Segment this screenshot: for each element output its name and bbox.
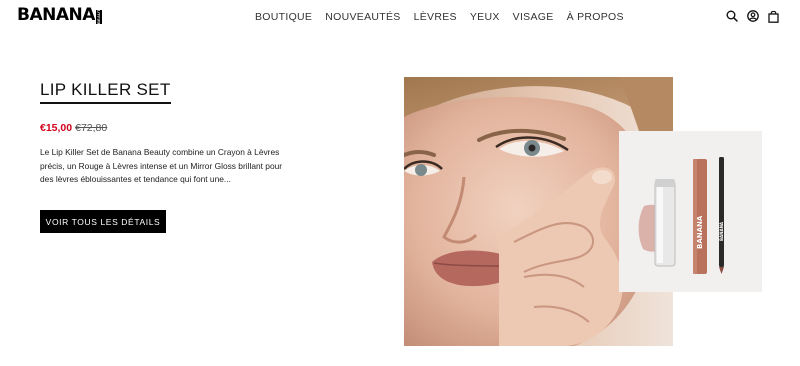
- original-price: €72,80: [75, 122, 108, 134]
- lip-products-illustration: BANANA BANANA: [619, 131, 762, 292]
- sale-price: €15,00: [40, 122, 73, 134]
- brand-logo[interactable]: BANANA BEAUTY: [17, 5, 102, 25]
- lipstick-brand-text: BANANA: [696, 215, 704, 249]
- header-icons: [725, 9, 780, 23]
- nav-item-a-propos[interactable]: À PROPOS: [567, 11, 624, 23]
- nav-item-visage[interactable]: VISAGE: [513, 11, 554, 23]
- logo-text: BANANA: [17, 5, 95, 25]
- account-icon[interactable]: [746, 9, 759, 23]
- logo-sub: BEAUTY: [95, 6, 102, 24]
- nav-item-boutique[interactable]: BOUTIQUE: [255, 11, 312, 23]
- search-icon[interactable]: [725, 9, 738, 23]
- nav-item-levres[interactable]: LÈVRES: [414, 11, 457, 23]
- pencil-brand-text: BANANA: [719, 221, 724, 241]
- product-inset-image: BANANA BANANA: [619, 131, 762, 292]
- product-description: Le Lip Killer Set de Banana Beauty combi…: [40, 147, 283, 184]
- main-nav: BOUTIQUE NOUVEAUTÉS LÈVRES YEUX VISAGE À…: [255, 11, 637, 23]
- nav-item-nouveautes[interactable]: NOUVEAUTÉS: [325, 11, 400, 23]
- price-row: €15,00 €72,80: [40, 122, 107, 134]
- bag-icon[interactable]: [767, 9, 780, 23]
- nav-item-yeux[interactable]: YEUX: [470, 11, 500, 23]
- site-header: BANANA BEAUTY BOUTIQUE NOUVEAUTÉS LÈVRES…: [0, 0, 800, 36]
- product-title: LIP KILLER SET: [40, 80, 171, 104]
- view-details-button[interactable]: VOIR TOUS LES DÉTAILS: [40, 210, 166, 233]
